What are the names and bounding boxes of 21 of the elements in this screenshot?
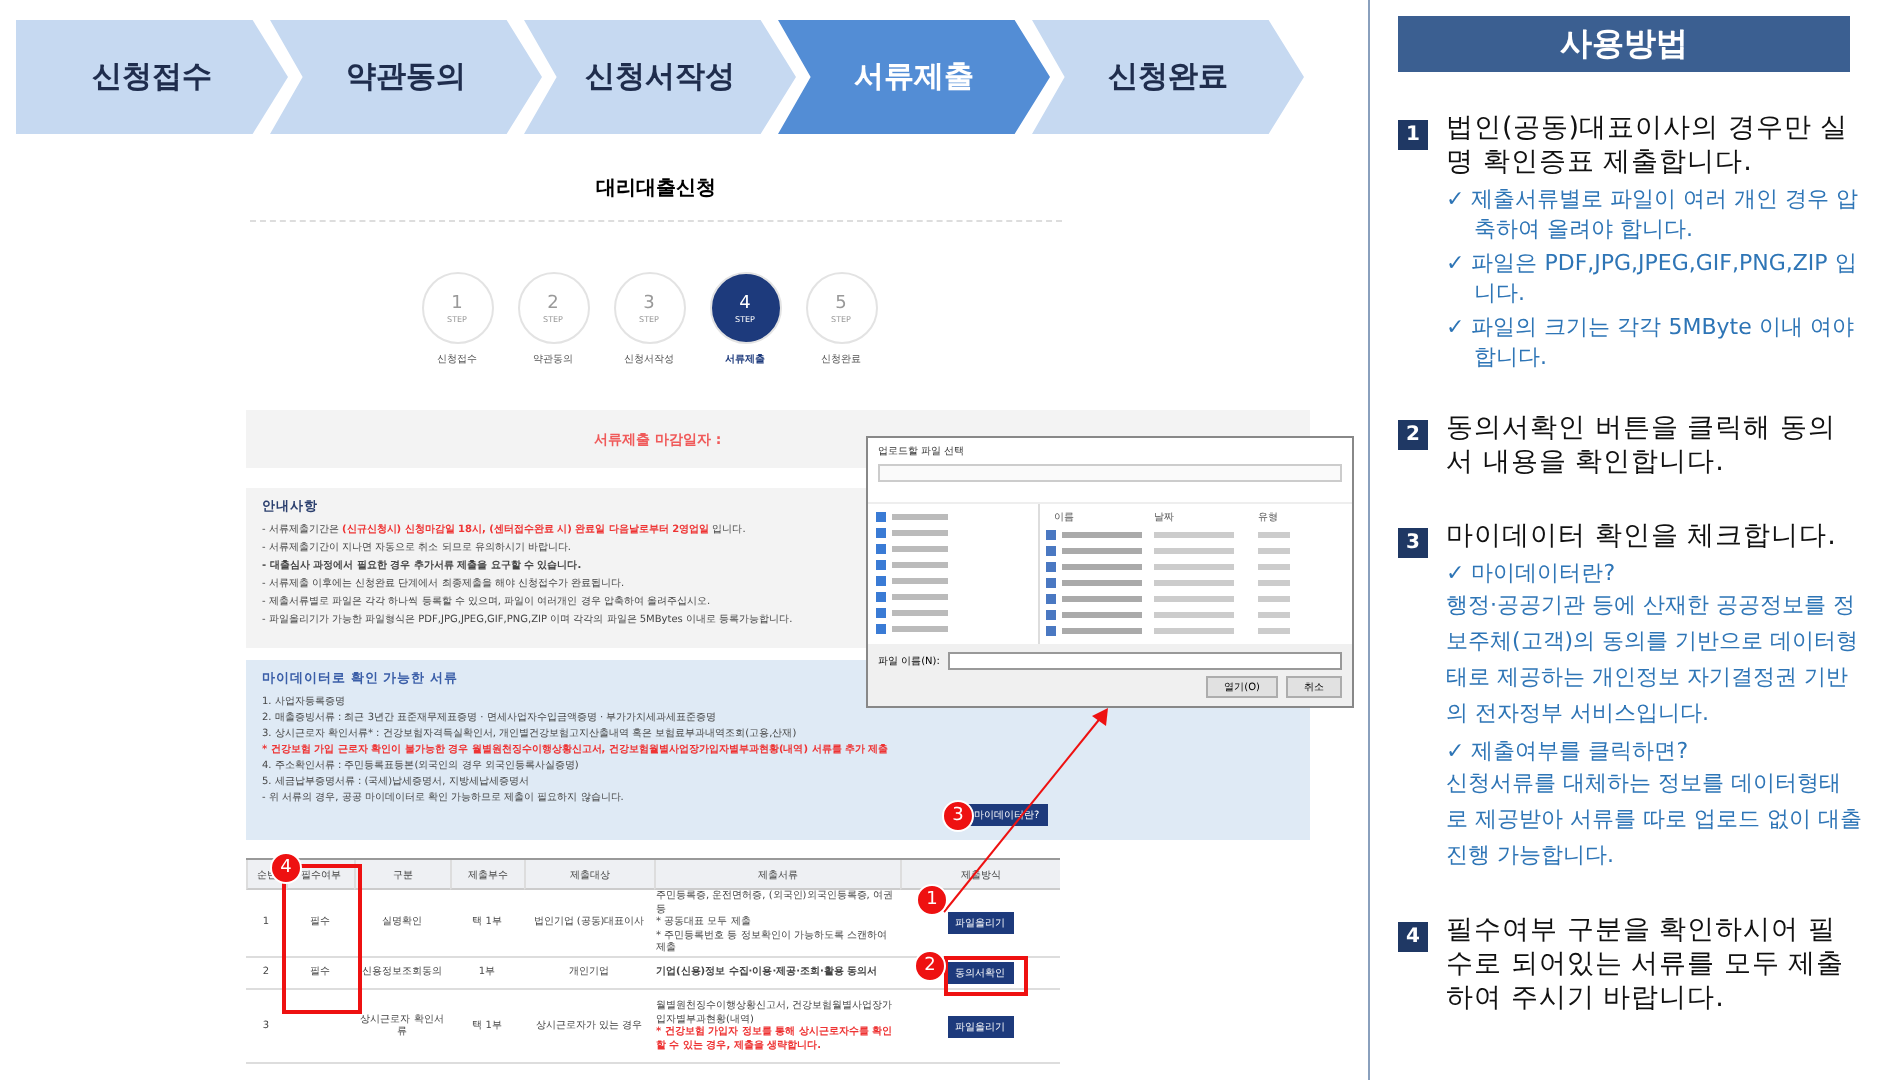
guide-step-text: 법인(공동)대표이사의 경우만 실명 확인증표 제출합니다. <box>1446 112 1851 180</box>
guide-note: ✓ 마이데이터란? <box>1446 558 1618 588</box>
guide-note: ✓ 제출여부를 클릭하면? <box>1446 736 1691 766</box>
guide-note: ✓ 파일의 크기는 각각 5MByte 이내 여야 합니다. <box>1446 312 1856 372</box>
guide-note: ✓ 파일은 PDF,JPG,JPEG,GIF,PNG,ZIP 입니다. <box>1446 248 1859 308</box>
highlight-frame <box>944 956 1028 996</box>
step-number-badge: 3 <box>1398 528 1428 558</box>
guide-step-text: 필수여부 구분을 확인하시어 필수로 되어있는 서류를 모두 제출 하여 주시기 바랍니다. <box>1446 914 1847 1016</box>
guide-step-text: 마이데이터 확인을 체크합니다. <box>1446 520 1838 554</box>
guide-step-text: 동의서확인 버튼을 클릭해 동의서 내용을 확인합니다. <box>1446 412 1838 480</box>
guide-header: 사용방법 <box>1398 16 1850 72</box>
callout-marker: 2 <box>914 950 946 982</box>
callout-marker: 1 <box>916 884 948 916</box>
filename-field[interactable] <box>947 652 1342 670</box>
step-number-badge: 2 <box>1398 420 1428 450</box>
guide-paragraph: 행정·공공기관 등에 산재한 공공정보를 정보주체(고객)의 동의를 기반으로 데이터형태로 제공하는 개인정보 자기결정권 기반의 전자정부 서비스입니다. <box>1446 590 1861 730</box>
page-title: 대리대출신청 <box>250 174 1062 222</box>
guide-note: ✓ 제출서류별로 파일이 여러 개인 경우 압축하여 올려야 합니다. <box>1446 184 1861 244</box>
step-number-badge: 1 <box>1398 120 1428 150</box>
guide-paragraph: 신청서류를 대체하는 정보를 데이터형태로 제공받아 서류를 따로 업로드 없이 대출 진행 가능합니다. <box>1446 768 1862 872</box>
step-number-badge: 4 <box>1398 922 1428 952</box>
